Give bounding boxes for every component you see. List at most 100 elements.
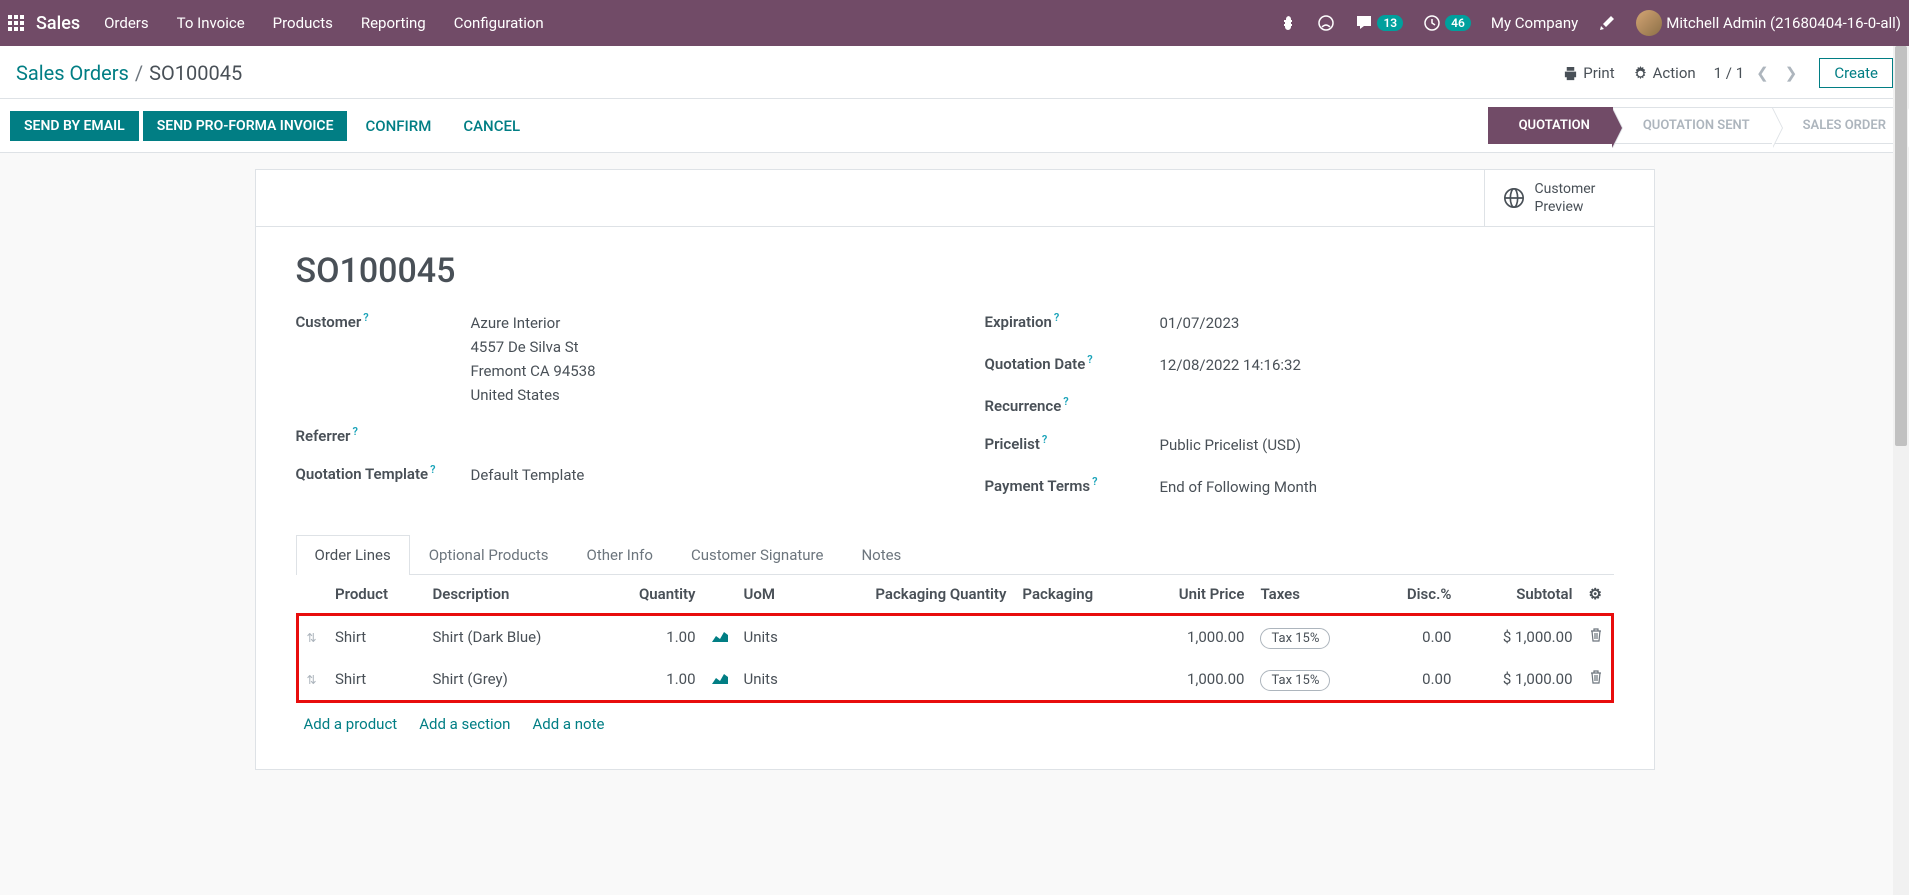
cell-packaging[interactable] (1014, 658, 1137, 702)
value-payment-terms[interactable]: End of Following Month (1160, 475, 1614, 499)
scroll-thumb[interactable] (1895, 46, 1907, 446)
support-icon[interactable] (1317, 14, 1335, 32)
action-button[interactable]: Action (1633, 64, 1696, 82)
value-quotation-date[interactable]: 12/08/2022 14:16:32 (1160, 353, 1614, 377)
forecast-icon[interactable] (712, 670, 728, 688)
col-uom: UoM (736, 575, 807, 615)
help-icon[interactable]: ? (1042, 433, 1047, 446)
customer-preview-button[interactable]: CustomerPreview (1484, 170, 1654, 226)
step-quotation[interactable]: QUOTATION (1488, 107, 1613, 144)
menu-configuration[interactable]: Configuration (454, 14, 544, 32)
breadcrumb: Sales Orders/SO100045 (16, 61, 242, 85)
tab-order-lines[interactable]: Order Lines (296, 535, 410, 575)
step-sales-order[interactable]: SALES ORDER (1773, 107, 1909, 144)
table-row[interactable]: ⇅ Shirt Shirt (Grey) 1.00 Units 1,000.00… (297, 658, 1612, 702)
cell-pack-qty[interactable] (807, 658, 1015, 702)
value-recurrence[interactable] (1160, 395, 1614, 415)
help-icon[interactable]: ? (1092, 475, 1097, 488)
breadcrumb-current: SO100045 (149, 61, 242, 85)
help-icon[interactable]: ? (352, 425, 357, 438)
cell-qty[interactable]: 1.00 (601, 615, 704, 659)
menu-orders[interactable]: Orders (104, 14, 149, 32)
record-title: SO100045 (296, 251, 1614, 291)
pager-value[interactable]: 1 / 1 (1714, 64, 1745, 82)
step-quotation-sent[interactable]: QUOTATION SENT (1613, 107, 1773, 144)
cell-price[interactable]: 1,000.00 (1137, 658, 1252, 702)
value-expiration[interactable]: 01/07/2023 (1160, 311, 1614, 335)
help-icon[interactable]: ? (1087, 353, 1092, 366)
tab-other-info[interactable]: Other Info (568, 535, 672, 574)
cell-price[interactable]: 1,000.00 (1137, 615, 1252, 659)
add-product-link[interactable]: Add a product (304, 715, 398, 733)
value-pricelist[interactable]: Public Pricelist (USD) (1160, 433, 1614, 457)
status-steps: QUOTATION QUOTATION SENT SALES ORDER (1488, 107, 1909, 144)
cancel-button[interactable]: CANCEL (449, 110, 534, 142)
button-box: CustomerPreview (256, 170, 1654, 227)
tab-optional-products[interactable]: Optional Products (410, 535, 568, 574)
help-icon[interactable]: ? (430, 463, 435, 476)
col-packaging: Packaging (1014, 575, 1137, 615)
help-icon[interactable]: ? (1063, 395, 1068, 408)
cell-pack-qty[interactable] (807, 615, 1015, 659)
forecast-icon[interactable] (712, 628, 728, 646)
label-recurrence: Recurrence (985, 397, 1062, 415)
cell-qty[interactable]: 1.00 (601, 658, 704, 702)
messaging-icon[interactable]: 13 (1355, 14, 1403, 32)
cell-product[interactable]: Shirt (327, 658, 424, 702)
menu-reporting[interactable]: Reporting (361, 14, 426, 32)
print-button[interactable]: Print (1563, 64, 1614, 82)
menu-to-invoice[interactable]: To Invoice (177, 14, 245, 32)
cell-disc[interactable]: 0.00 (1374, 615, 1460, 659)
apps-icon[interactable] (8, 15, 24, 31)
table-row[interactable]: ⇅ Shirt Shirt (Dark Blue) 1.00 Units 1,0… (297, 615, 1612, 659)
pager-prev[interactable]: ❮ (1752, 64, 1773, 82)
pager: 1 / 1 ❮ ❯ (1714, 64, 1802, 82)
send-email-button[interactable]: SEND BY EMAIL (10, 111, 139, 141)
tools-icon[interactable] (1598, 14, 1616, 32)
activities-icon[interactable]: 46 (1423, 14, 1471, 32)
cell-disc[interactable]: 0.00 (1374, 658, 1460, 702)
menu-products[interactable]: Products (273, 14, 333, 32)
cell-description[interactable]: Shirt (Grey) (424, 658, 600, 702)
app-brand[interactable]: Sales (36, 13, 80, 34)
breadcrumb-parent[interactable]: Sales Orders (16, 61, 129, 85)
cell-description[interactable]: Shirt (Dark Blue) (424, 615, 600, 659)
topbar: Sales Orders To Invoice Products Reporti… (0, 0, 1909, 46)
cell-product[interactable]: Shirt (327, 615, 424, 659)
company-switcher[interactable]: My Company (1491, 14, 1578, 32)
cell-uom[interactable]: Units (736, 615, 807, 659)
options-icon[interactable]: ⚙ (1589, 585, 1602, 603)
label-customer: Customer (296, 313, 362, 331)
value-customer[interactable]: Azure Interior4557 De Silva StFremont CA… (471, 311, 925, 407)
drag-handle-icon[interactable]: ⇅ (307, 631, 317, 645)
add-note-link[interactable]: Add a note (532, 715, 604, 733)
col-quantity: Quantity (601, 575, 704, 615)
send-proforma-button[interactable]: SEND PRO-FORMA INVOICE (143, 111, 348, 141)
help-icon[interactable]: ? (363, 311, 368, 324)
cell-uom[interactable]: Units (736, 658, 807, 702)
delete-icon[interactable] (1589, 628, 1603, 646)
confirm-button[interactable]: CONFIRM (351, 110, 445, 142)
user-menu[interactable]: Mitchell Admin (21680404-16-0-all) (1636, 10, 1901, 36)
cell-subtotal: $ 1,000.00 (1459, 615, 1580, 659)
drag-handle-icon[interactable]: ⇅ (307, 673, 317, 687)
cell-packaging[interactable] (1014, 615, 1137, 659)
tab-customer-signature[interactable]: Customer Signature (672, 535, 843, 574)
scrollbar[interactable] (1893, 46, 1909, 895)
value-quotation-template[interactable]: Default Template (471, 463, 925, 487)
value-referrer[interactable] (471, 425, 925, 445)
user-name: Mitchell Admin (21680404-16-0-all) (1666, 14, 1901, 32)
help-icon[interactable]: ? (1054, 311, 1059, 324)
pager-next[interactable]: ❯ (1781, 64, 1802, 82)
label-payment-terms: Payment Terms (985, 477, 1091, 495)
delete-icon[interactable] (1589, 670, 1603, 688)
add-section-link[interactable]: Add a section (419, 715, 510, 733)
control-panel: Sales Orders/SO100045 Print Action 1 / 1… (0, 46, 1909, 99)
cell-tax[interactable]: Tax 15% (1252, 658, 1373, 702)
create-button[interactable]: Create (1819, 58, 1893, 88)
tab-notes[interactable]: Notes (842, 535, 920, 574)
top-menu: Orders To Invoice Products Reporting Con… (104, 14, 544, 32)
avatar (1636, 10, 1662, 36)
cell-tax[interactable]: Tax 15% (1252, 615, 1373, 659)
debug-icon[interactable] (1281, 15, 1297, 31)
